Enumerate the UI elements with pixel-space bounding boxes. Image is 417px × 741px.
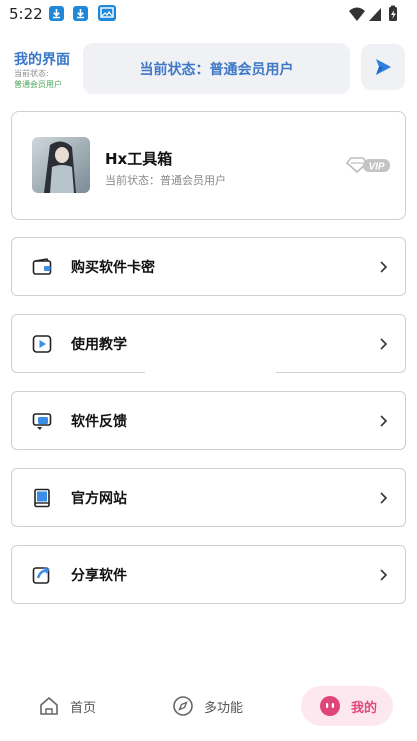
home-icon	[40, 697, 58, 715]
play-send-icon	[376, 59, 391, 75]
menu-item-share[interactable]: 分享软件	[11, 545, 406, 604]
menu-item-label: 分享软件	[71, 568, 127, 584]
download-icon	[73, 6, 88, 21]
status-time: 5:22	[9, 5, 43, 23]
compass-icon	[173, 696, 193, 716]
menu-item-tutorial[interactable]: 使用教学	[11, 314, 406, 374]
svg-text:VIP: VIP	[368, 162, 384, 173]
menu-item-label: 官方网站	[71, 491, 127, 507]
nav-home-label: 首页	[70, 700, 97, 716]
signal-wifi-battery-icon	[349, 5, 397, 21]
avatar	[32, 137, 90, 193]
chevron-right-icon	[380, 338, 388, 350]
chevron-right-icon	[380, 569, 388, 581]
user-face-icon	[320, 696, 340, 716]
image-icon	[98, 5, 116, 21]
divider	[145, 372, 276, 374]
status-banner: 当前状态：普通会员用户	[83, 43, 350, 94]
nav-home[interactable]: 首页	[38, 686, 96, 726]
feedback-chat-icon	[32, 413, 52, 430]
menu-item-website[interactable]: 官方网站	[11, 468, 406, 527]
chevron-right-icon	[380, 492, 388, 504]
nav-multi-label: 多功能	[204, 700, 244, 716]
profile-card[interactable]: Hx工具箱 当前状态：普通会员用户 VIP	[11, 111, 406, 220]
chevron-right-icon	[380, 261, 388, 273]
header-status-value: 普通会员用户	[14, 80, 62, 89]
video-play-icon	[32, 335, 52, 353]
play-button[interactable]	[361, 44, 405, 90]
wallet-icon	[32, 258, 52, 275]
nav-mine[interactable]: 我的	[301, 686, 393, 726]
vip-badge-icon: VIP	[345, 157, 390, 174]
app-name: Hx工具箱	[105, 150, 173, 168]
book-icon	[34, 488, 50, 508]
bottom-nav: 首页 多功能 我的	[0, 680, 417, 732]
chevron-right-icon	[380, 415, 388, 427]
header-status-label: 当前状态:	[14, 69, 49, 78]
menu-item-feedback[interactable]: 软件反馈	[11, 391, 406, 450]
menu-item-label: 软件反馈	[71, 414, 127, 430]
menu-item-label: 使用教学	[71, 337, 127, 353]
nav-multi[interactable]: 多功能	[172, 686, 243, 726]
download-icon	[49, 6, 64, 21]
status-bar: 5:22	[0, 0, 417, 30]
page-title: 我的界面	[14, 52, 70, 68]
nav-mine-label: 我的	[351, 700, 378, 716]
menu-item-label: 购买软件卡密	[71, 260, 155, 276]
profile-status: 当前状态：普通会员用户	[105, 174, 226, 187]
menu-item-buy-card[interactable]: 购买软件卡密	[11, 237, 406, 296]
share-icon	[32, 567, 50, 584]
